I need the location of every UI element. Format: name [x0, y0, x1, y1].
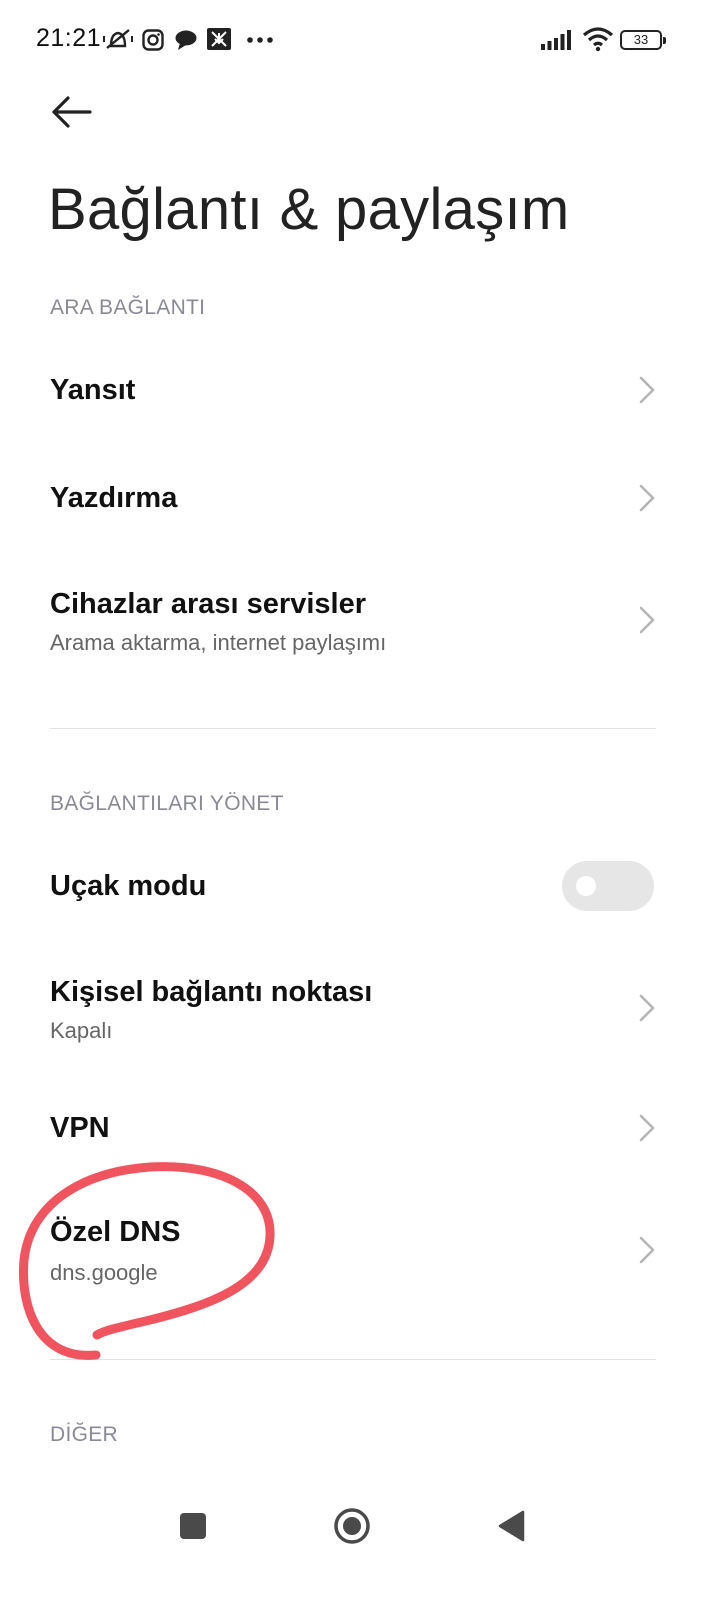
- item-title: Uçak modu: [50, 870, 207, 902]
- list-item-ozel-dns[interactable]: Özel DNS dns.google: [0, 1190, 720, 1310]
- mute-icon: [103, 29, 133, 49]
- list-item-kisisel-baglanti-noktasi[interactable]: Kişisel bağlantı noktası Kapalı: [0, 950, 720, 1070]
- section-header-diger: DİĞER: [50, 1423, 119, 1446]
- page-title: Bağlantı & paylaşım: [48, 177, 570, 242]
- recents-square-icon[interactable]: [178, 1511, 208, 1541]
- chevron-right-icon: [639, 994, 655, 1022]
- wifi-icon: [582, 27, 614, 52]
- signal-icon: [541, 30, 571, 50]
- divider: [50, 1359, 656, 1360]
- list-item-yansit[interactable]: Yansıt: [0, 340, 720, 440]
- item-title: Cihazlar arası servisler: [50, 588, 366, 620]
- toggle-knob: [576, 876, 596, 896]
- list-item-yazdirma[interactable]: Yazdırma: [0, 448, 720, 548]
- section-header-baglantilari-yonet: BAĞLANTILARI YÖNET: [50, 792, 284, 815]
- back-triangle-icon[interactable]: [496, 1509, 526, 1543]
- item-title: Yazdırma: [50, 482, 178, 514]
- more-icon: [247, 37, 273, 43]
- chevron-right-icon: [639, 484, 655, 512]
- battery-icon: 33: [620, 30, 666, 50]
- item-title: Özel DNS: [50, 1216, 181, 1248]
- list-item-ucak-modu[interactable]: Uçak modu: [0, 836, 720, 936]
- instagram-icon: [142, 29, 164, 51]
- divider: [50, 728, 656, 729]
- item-title: VPN: [50, 1112, 110, 1144]
- item-subtitle: dns.google: [50, 1260, 158, 1285]
- status-bar: 21:21 33: [0, 0, 720, 80]
- arrow-left-icon: [52, 96, 92, 128]
- item-title: Kişisel bağlantı noktası: [50, 976, 373, 1008]
- airplane-mode-toggle[interactable]: [562, 861, 654, 911]
- chevron-right-icon: [639, 376, 655, 404]
- chevron-right-icon: [639, 606, 655, 634]
- item-subtitle: Arama aktarma, internet paylaşımı: [50, 630, 387, 655]
- back-button[interactable]: [44, 88, 100, 136]
- item-subtitle: Kapalı: [50, 1018, 113, 1043]
- chevron-right-icon: [639, 1236, 655, 1264]
- chevron-right-icon: [639, 1114, 655, 1142]
- chat-icon: [175, 30, 197, 50]
- home-circle-icon[interactable]: [333, 1507, 371, 1545]
- list-item-cihazlar-arasi-servisler[interactable]: Cihazlar arası servisler Arama aktarma, …: [0, 560, 720, 680]
- nav-bar: [0, 1480, 720, 1600]
- list-item-vpn[interactable]: VPN: [0, 1078, 720, 1178]
- item-title: Yansıt: [50, 374, 136, 406]
- status-time: 21:21: [36, 24, 102, 52]
- section-header-ara-baglanti: ARA BAĞLANTI: [50, 296, 206, 319]
- download-icon: [207, 28, 231, 50]
